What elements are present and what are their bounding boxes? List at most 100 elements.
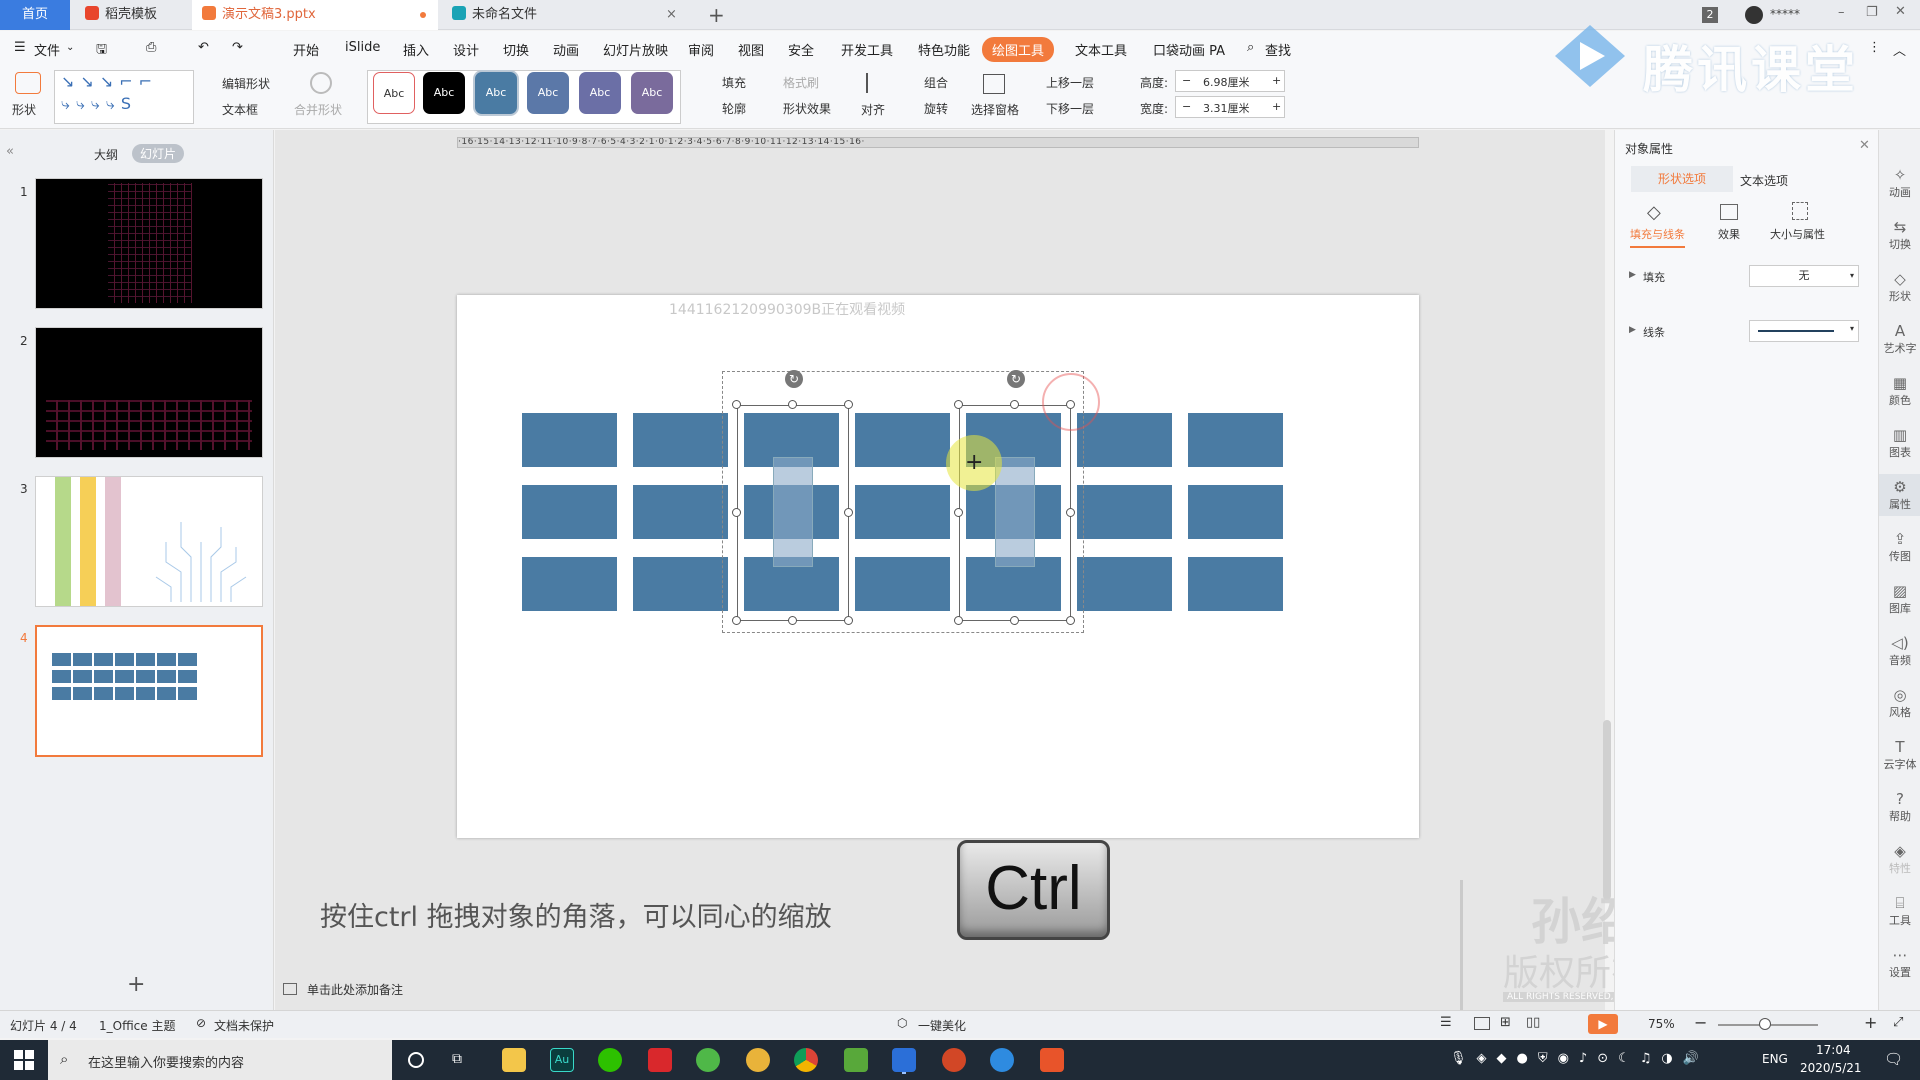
clock-date[interactable]: 2020/5/21 bbox=[1800, 1061, 1862, 1075]
tab-slides[interactable]: 幻灯片 bbox=[132, 144, 185, 163]
slide-rectangle[interactable] bbox=[1188, 485, 1283, 539]
sidebar-item-13[interactable]: ◈ 特性 bbox=[1879, 842, 1920, 876]
edit-shape-button[interactable]: 编辑形状 bbox=[222, 75, 270, 92]
slide-rectangle[interactable] bbox=[1077, 485, 1172, 539]
expand-fill-icon[interactable]: ▶ bbox=[1629, 270, 1636, 280]
notification-center-icon[interactable]: 🗨 bbox=[1884, 1050, 1903, 1068]
sidebar-item-5[interactable]: ▥ 图表 bbox=[1879, 426, 1920, 460]
menu-review[interactable]: 审阅 bbox=[688, 40, 714, 59]
collapse-ribbon-icon[interactable]: ︿ bbox=[1893, 40, 1906, 59]
slide-thumbnail-1[interactable] bbox=[35, 178, 263, 309]
slide-rectangle[interactable] bbox=[522, 557, 617, 611]
width-value[interactable]: 3.31厘米 bbox=[1203, 100, 1250, 116]
notes-placeholder[interactable]: 单击此处添加备注 bbox=[307, 981, 403, 998]
style-sample-6[interactable]: Abc bbox=[631, 72, 673, 114]
style-sample-1[interactable]: Abc bbox=[373, 72, 415, 114]
menu-design[interactable]: 设计 bbox=[453, 40, 479, 59]
input-language[interactable]: ENG bbox=[1762, 1052, 1788, 1066]
new-tab-button[interactable]: + bbox=[708, 3, 725, 27]
close-tab-icon[interactable]: × bbox=[666, 0, 677, 30]
tab-home[interactable]: 首页 bbox=[0, 0, 70, 30]
slide-thumbnail-4[interactable] bbox=[35, 625, 263, 757]
file-explorer-icon[interactable] bbox=[502, 1048, 526, 1072]
tab-presentation[interactable]: 演示文稿3.pptx bbox=[192, 0, 438, 30]
play-slideshow-button[interactable]: ▶ bbox=[1588, 1014, 1618, 1034]
resize-handle[interactable] bbox=[732, 616, 741, 625]
chevron-down-icon[interactable]: ⌄ bbox=[66, 42, 74, 53]
tab-fill-line[interactable]: 填充与线条 bbox=[1630, 226, 1685, 248]
resize-handle[interactable] bbox=[844, 400, 853, 409]
tab-text-options[interactable]: 文本选项 bbox=[1740, 172, 1788, 189]
slide-rectangle[interactable] bbox=[1077, 557, 1172, 611]
browser-icon[interactable] bbox=[746, 1048, 770, 1072]
slide-rectangle[interactable] bbox=[522, 485, 617, 539]
resize-handle[interactable] bbox=[954, 508, 963, 517]
shape-icon[interactable] bbox=[15, 72, 41, 94]
resize-handle[interactable] bbox=[1010, 616, 1019, 625]
sidebar-item-8[interactable]: ▨ 图库 bbox=[1879, 582, 1920, 616]
menu-animation[interactable]: 动画 bbox=[553, 40, 579, 59]
edge-icon[interactable] bbox=[990, 1048, 1014, 1072]
zoom-out-button[interactable]: − bbox=[1694, 1013, 1707, 1032]
menu-slideshow[interactable]: 幻灯片放映 bbox=[603, 40, 668, 59]
app-red-icon[interactable] bbox=[648, 1048, 672, 1072]
resize-handle[interactable] bbox=[788, 616, 797, 625]
text-box-button[interactable]: 文本框 bbox=[222, 101, 258, 118]
menu-islide[interactable]: iSlide bbox=[345, 40, 380, 55]
app-orange-icon[interactable] bbox=[1040, 1048, 1064, 1072]
protect-status[interactable]: 文档未保护 bbox=[214, 1017, 274, 1034]
close-window-icon[interactable]: ✕ bbox=[1895, 4, 1906, 19]
reading-view-icon[interactable]: ▯▯ bbox=[1526, 1015, 1540, 1030]
zoom-in-button[interactable]: + bbox=[1864, 1013, 1877, 1032]
wps-active-icon[interactable] bbox=[892, 1048, 916, 1072]
style-sample-3[interactable]: Abc bbox=[475, 72, 517, 114]
audition-icon[interactable]: Au bbox=[550, 1048, 574, 1072]
sorter-view-icon[interactable]: ⊞ bbox=[1500, 1015, 1511, 1030]
bring-forward-button[interactable]: 上移一层 bbox=[1046, 74, 1094, 91]
height-value[interactable]: 6.98厘米 bbox=[1203, 74, 1250, 90]
fill-select[interactable]: 无 ▾ bbox=[1749, 265, 1859, 287]
selection-pane-button[interactable]: 选择窗格 bbox=[971, 101, 1019, 118]
align-button[interactable]: 对齐 bbox=[861, 101, 885, 118]
add-slide-button[interactable]: + bbox=[127, 972, 145, 997]
sidebar-item-14[interactable]: ⌸ 工具 bbox=[1879, 894, 1920, 928]
resize-handle[interactable] bbox=[844, 616, 853, 625]
cortana-icon[interactable] bbox=[408, 1052, 424, 1068]
style-sample-2[interactable]: Abc bbox=[423, 72, 465, 114]
powerpoint-icon[interactable] bbox=[942, 1048, 966, 1072]
redo-icon[interactable]: ↷ bbox=[232, 40, 243, 55]
menu-text-tools[interactable]: 文本工具 bbox=[1075, 40, 1127, 59]
slide-rectangle[interactable] bbox=[522, 413, 617, 467]
fill-label[interactable]: 填充 bbox=[1643, 269, 1665, 285]
sidebar-item-4[interactable]: ▦ 颜色 bbox=[1879, 374, 1920, 408]
line-label[interactable]: 线条 bbox=[1643, 324, 1665, 340]
rotate-handle-icon[interactable]: ↻ bbox=[1007, 370, 1025, 388]
app-green-icon[interactable] bbox=[696, 1048, 720, 1072]
send-backward-button[interactable]: 下移一层 bbox=[1046, 100, 1094, 117]
menu-home[interactable]: 开始 bbox=[293, 40, 319, 59]
shape-effect-button[interactable]: 形状效果 bbox=[783, 100, 831, 117]
sidebar-item-1[interactable]: ⇆ 切换 bbox=[1879, 218, 1920, 252]
resize-handle[interactable] bbox=[732, 508, 741, 517]
hamburger-icon[interactable]: ☰ bbox=[14, 40, 26, 55]
minimize-icon[interactable]: – bbox=[1838, 5, 1845, 20]
wechat-icon[interactable] bbox=[598, 1048, 622, 1072]
tab-shape-options[interactable]: 形状选项 bbox=[1631, 166, 1733, 192]
slide-thumbnail-2[interactable] bbox=[35, 327, 263, 458]
taskbar-search[interactable]: ⌕ 在这里输入你要搜索的内容 bbox=[48, 1040, 392, 1080]
normal-view-icon[interactable] bbox=[1474, 1017, 1490, 1030]
style-sample-5[interactable]: Abc bbox=[579, 72, 621, 114]
chrome-icon[interactable] bbox=[794, 1048, 818, 1072]
line-gallery[interactable]: ↘↘↘⌐⌐ ⤷⤷⤷⤷S bbox=[54, 70, 194, 124]
restore-icon[interactable]: ❐ bbox=[1866, 5, 1878, 20]
undo-icon[interactable]: ↶ bbox=[198, 40, 209, 55]
zoom-slider-thumb[interactable] bbox=[1759, 1018, 1771, 1030]
slide-rectangle[interactable] bbox=[1188, 413, 1283, 467]
menu-pocket-animation[interactable]: 口袋动画 PA bbox=[1153, 40, 1225, 59]
vertical-scrollbar[interactable] bbox=[1603, 720, 1611, 900]
menu-special[interactable]: 特色功能 bbox=[918, 40, 970, 59]
tab-outline[interactable]: 大纲 bbox=[94, 146, 118, 163]
resize-handle[interactable] bbox=[732, 400, 741, 409]
tab-effect[interactable]: 效果 bbox=[1718, 226, 1740, 242]
notes-toggle-icon[interactable]: ☰ bbox=[1440, 1015, 1452, 1030]
